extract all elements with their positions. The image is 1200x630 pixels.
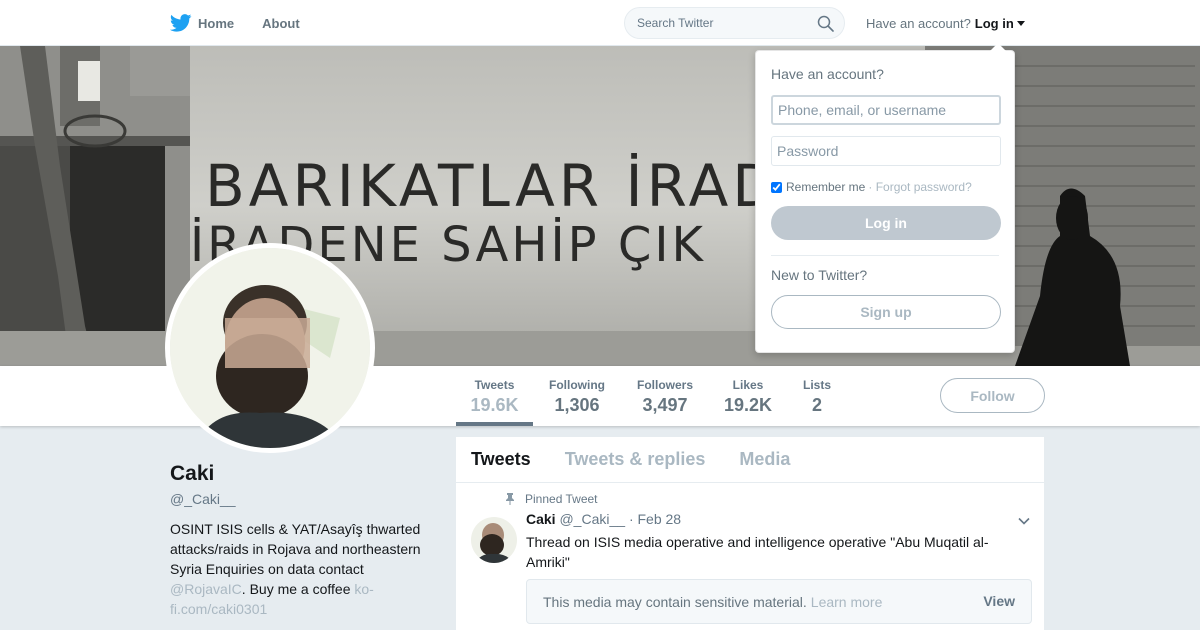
tweet-avatar[interactable] — [471, 517, 517, 563]
top-nav: Home About Have an account? Log in — [0, 0, 1200, 46]
timeline: Tweets Tweets & replies Media Pinned Twe… — [456, 437, 1044, 630]
profile-bio: OSINT ISIS cells & YAT/Asayîş thwarted a… — [170, 519, 440, 619]
pinned-label: Pinned Tweet — [525, 492, 598, 506]
profile-handle[interactable]: @_Caki__ — [170, 491, 440, 507]
login-dropdown: Have an account? Remember me · Forgot pa… — [755, 43, 1015, 353]
username-input[interactable] — [771, 95, 1001, 125]
password-input[interactable] — [771, 136, 1001, 166]
login-dropdown-title: Have an account? — [771, 66, 884, 82]
tweet-author-name[interactable]: Caki — [526, 511, 556, 527]
tweet-text: Thread on ISIS media operative and intel… — [526, 534, 989, 570]
pinned-tweet[interactable]: Pinned Tweet Caki @_Caki__ · Feb 28 Thre… — [456, 483, 1044, 630]
caret-down-icon — [1016, 20, 1025, 26]
chevron-down-icon[interactable] — [1016, 513, 1032, 529]
remember-row: Remember me · Forgot password? — [771, 180, 999, 194]
nav-home-label: Home — [198, 15, 235, 31]
stat-followers-value: 3,497 — [642, 395, 688, 415]
stat-tweets-label: Tweets — [474, 378, 515, 392]
stat-lists-label: Lists — [802, 378, 831, 392]
tweet-avatar-image — [471, 517, 517, 563]
account-prompt-text: Have an account? — [866, 15, 971, 31]
tweet-date[interactable]: · Feb 28 — [629, 511, 681, 527]
remember-me-label[interactable]: Remember me — [786, 180, 865, 194]
learn-more-link[interactable]: Learn more — [811, 594, 883, 610]
tab-tweets[interactable]: Tweets — [471, 449, 531, 470]
pinned-indicator: Pinned Tweet — [504, 492, 598, 506]
timeline-tabs: Tweets Tweets & replies Media — [456, 437, 1044, 483]
remember-me-checkbox[interactable] — [771, 181, 782, 193]
follow-button[interactable]: Follow — [940, 378, 1045, 413]
login-dropdown-toggle[interactable]: Log in — [975, 16, 1025, 31]
nav-home[interactable]: Home — [170, 14, 234, 32]
search-input[interactable] — [637, 16, 807, 30]
stat-likes-value: 19.2K — [723, 395, 773, 415]
stat-following[interactable]: Following 1,306 — [543, 366, 611, 426]
tweet-header: Caki @_Caki__ · Feb 28 — [526, 511, 681, 527]
bio-mention-link[interactable]: @RojavaIC — [170, 581, 242, 597]
view-media-button[interactable]: View — [983, 593, 1015, 609]
stat-lists-value: 2 — [811, 395, 822, 415]
profile-name[interactable]: Caki — [170, 462, 440, 486]
sensitive-media-notice: This media may contain sensitive materia… — [526, 579, 1032, 624]
search-icon[interactable] — [817, 15, 834, 32]
sensitive-message: This media may contain sensitive materia… — [543, 593, 807, 610]
stat-likes-label: Likes — [732, 378, 764, 392]
graffiti-text-1: BARIKATLAR İRAD — [205, 152, 781, 220]
new-to-twitter-label: New to Twitter? — [771, 267, 868, 283]
search-box — [624, 7, 845, 39]
stat-followers[interactable]: Followers 3,497 — [630, 366, 700, 426]
login-link-label: Log in — [974, 15, 1014, 31]
bio-mid-text: . Buy me a coffee — [241, 581, 355, 597]
bio-text: OSINT ISIS cells & YAT/Asayîş thwarted a… — [170, 521, 421, 577]
stat-lists[interactable]: Lists 2 — [797, 366, 837, 426]
nav-left: Home About — [170, 0, 328, 46]
pin-icon — [506, 493, 514, 505]
profile-card: Caki @_Caki__ OSINT ISIS cells & YAT/Asa… — [170, 462, 440, 619]
nav-about[interactable]: About — [262, 16, 300, 31]
profile-avatar[interactable] — [165, 243, 375, 453]
stat-tweets[interactable]: Tweets 19.6K — [456, 366, 533, 426]
stat-following-value: 1,306 — [554, 395, 600, 415]
stat-tweets-value: 19.6K — [470, 395, 519, 415]
stat-following-label: Following — [549, 378, 605, 392]
twitter-bird-icon — [170, 14, 192, 32]
dropdown-divider — [771, 255, 999, 256]
avatar-image — [170, 248, 370, 448]
tab-media[interactable]: Media — [739, 449, 790, 470]
stat-likes[interactable]: Likes 19.2K — [720, 366, 776, 426]
forgot-password-link[interactable]: · Forgot password? — [868, 180, 971, 194]
stat-followers-label: Followers — [636, 378, 693, 392]
tweet-author-handle[interactable]: @_Caki__ — [559, 511, 625, 527]
account-prompt: Have an account? Log in — [866, 0, 1025, 46]
login-button[interactable]: Log in — [771, 206, 1001, 240]
nav-about-label: About — [262, 15, 300, 31]
tab-tweets-replies[interactable]: Tweets & replies — [565, 449, 706, 470]
signup-button[interactable]: Sign up — [771, 295, 1001, 329]
